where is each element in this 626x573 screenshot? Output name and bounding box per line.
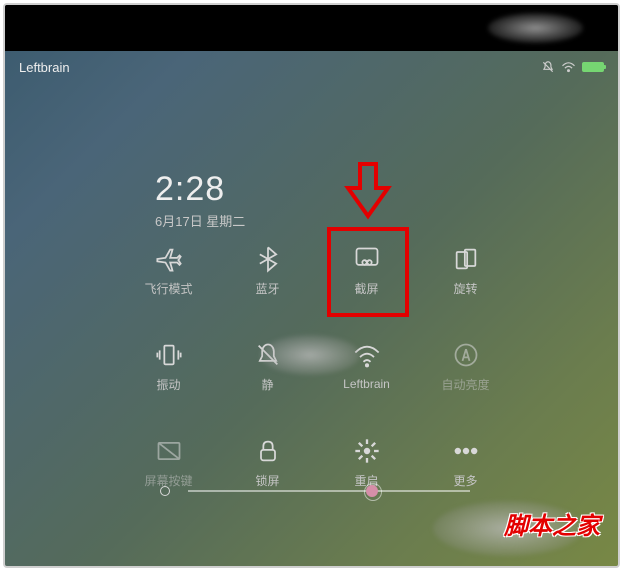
tablet-screen: Leftbrain 2:28 6月17日 星期二 飞行模式 蓝牙 截屏 旋转 [3, 3, 620, 568]
more-icon [452, 437, 480, 465]
toggle-label: 截屏 [354, 280, 378, 297]
wifi-icon [561, 61, 576, 73]
clock-block: 2:28 6月17日 星期二 [155, 170, 245, 230]
screen-buttons-icon [155, 437, 183, 465]
mute-icon [541, 60, 555, 74]
brightness-slider[interactable] [160, 481, 470, 501]
carrier-label: Leftbrain [19, 60, 70, 75]
slider-track[interactable] [188, 490, 470, 492]
toggle-label: 振动 [156, 376, 180, 393]
auto-brightness-icon [452, 341, 480, 369]
date-label: 6月17日 星期二 [155, 211, 245, 230]
brightness-low-icon [160, 486, 170, 496]
battery-icon [582, 62, 604, 72]
watermark-text: 脚本之家 [504, 506, 600, 541]
toggle-auto-brightness[interactable]: 自动亮度 [420, 326, 511, 404]
censoring-smudge [260, 335, 360, 375]
toggle-label: 飞行模式 [144, 280, 192, 297]
reboot-icon [353, 437, 381, 465]
time-label: 2:28 [155, 170, 245, 209]
toggle-bluetooth[interactable]: 蓝牙 [222, 230, 313, 308]
toggle-label: 静 [261, 376, 273, 393]
lock-icon [254, 437, 282, 465]
toggle-rotate[interactable]: 旋转 [420, 230, 511, 308]
toggle-label: 自动亮度 [441, 376, 489, 393]
toggle-label: 旋转 [453, 280, 477, 297]
airplane-icon [155, 245, 183, 273]
toggle-label: Leftbrain [343, 377, 390, 391]
slider-thumb[interactable] [366, 485, 378, 497]
screenshot-icon [353, 245, 381, 273]
status-bar: Leftbrain [19, 55, 604, 79]
toggle-airplane[interactable]: 飞行模式 [123, 230, 214, 308]
toggle-label: 蓝牙 [255, 280, 279, 297]
bluetooth-icon [254, 245, 282, 273]
censoring-smudge [488, 13, 583, 43]
rotate-icon [452, 245, 480, 273]
toggle-vibrate[interactable]: 振动 [123, 326, 214, 404]
toggle-screenshot[interactable]: 截屏 [321, 230, 412, 308]
vibrate-icon [155, 341, 183, 369]
annotation-arrow [344, 160, 392, 225]
